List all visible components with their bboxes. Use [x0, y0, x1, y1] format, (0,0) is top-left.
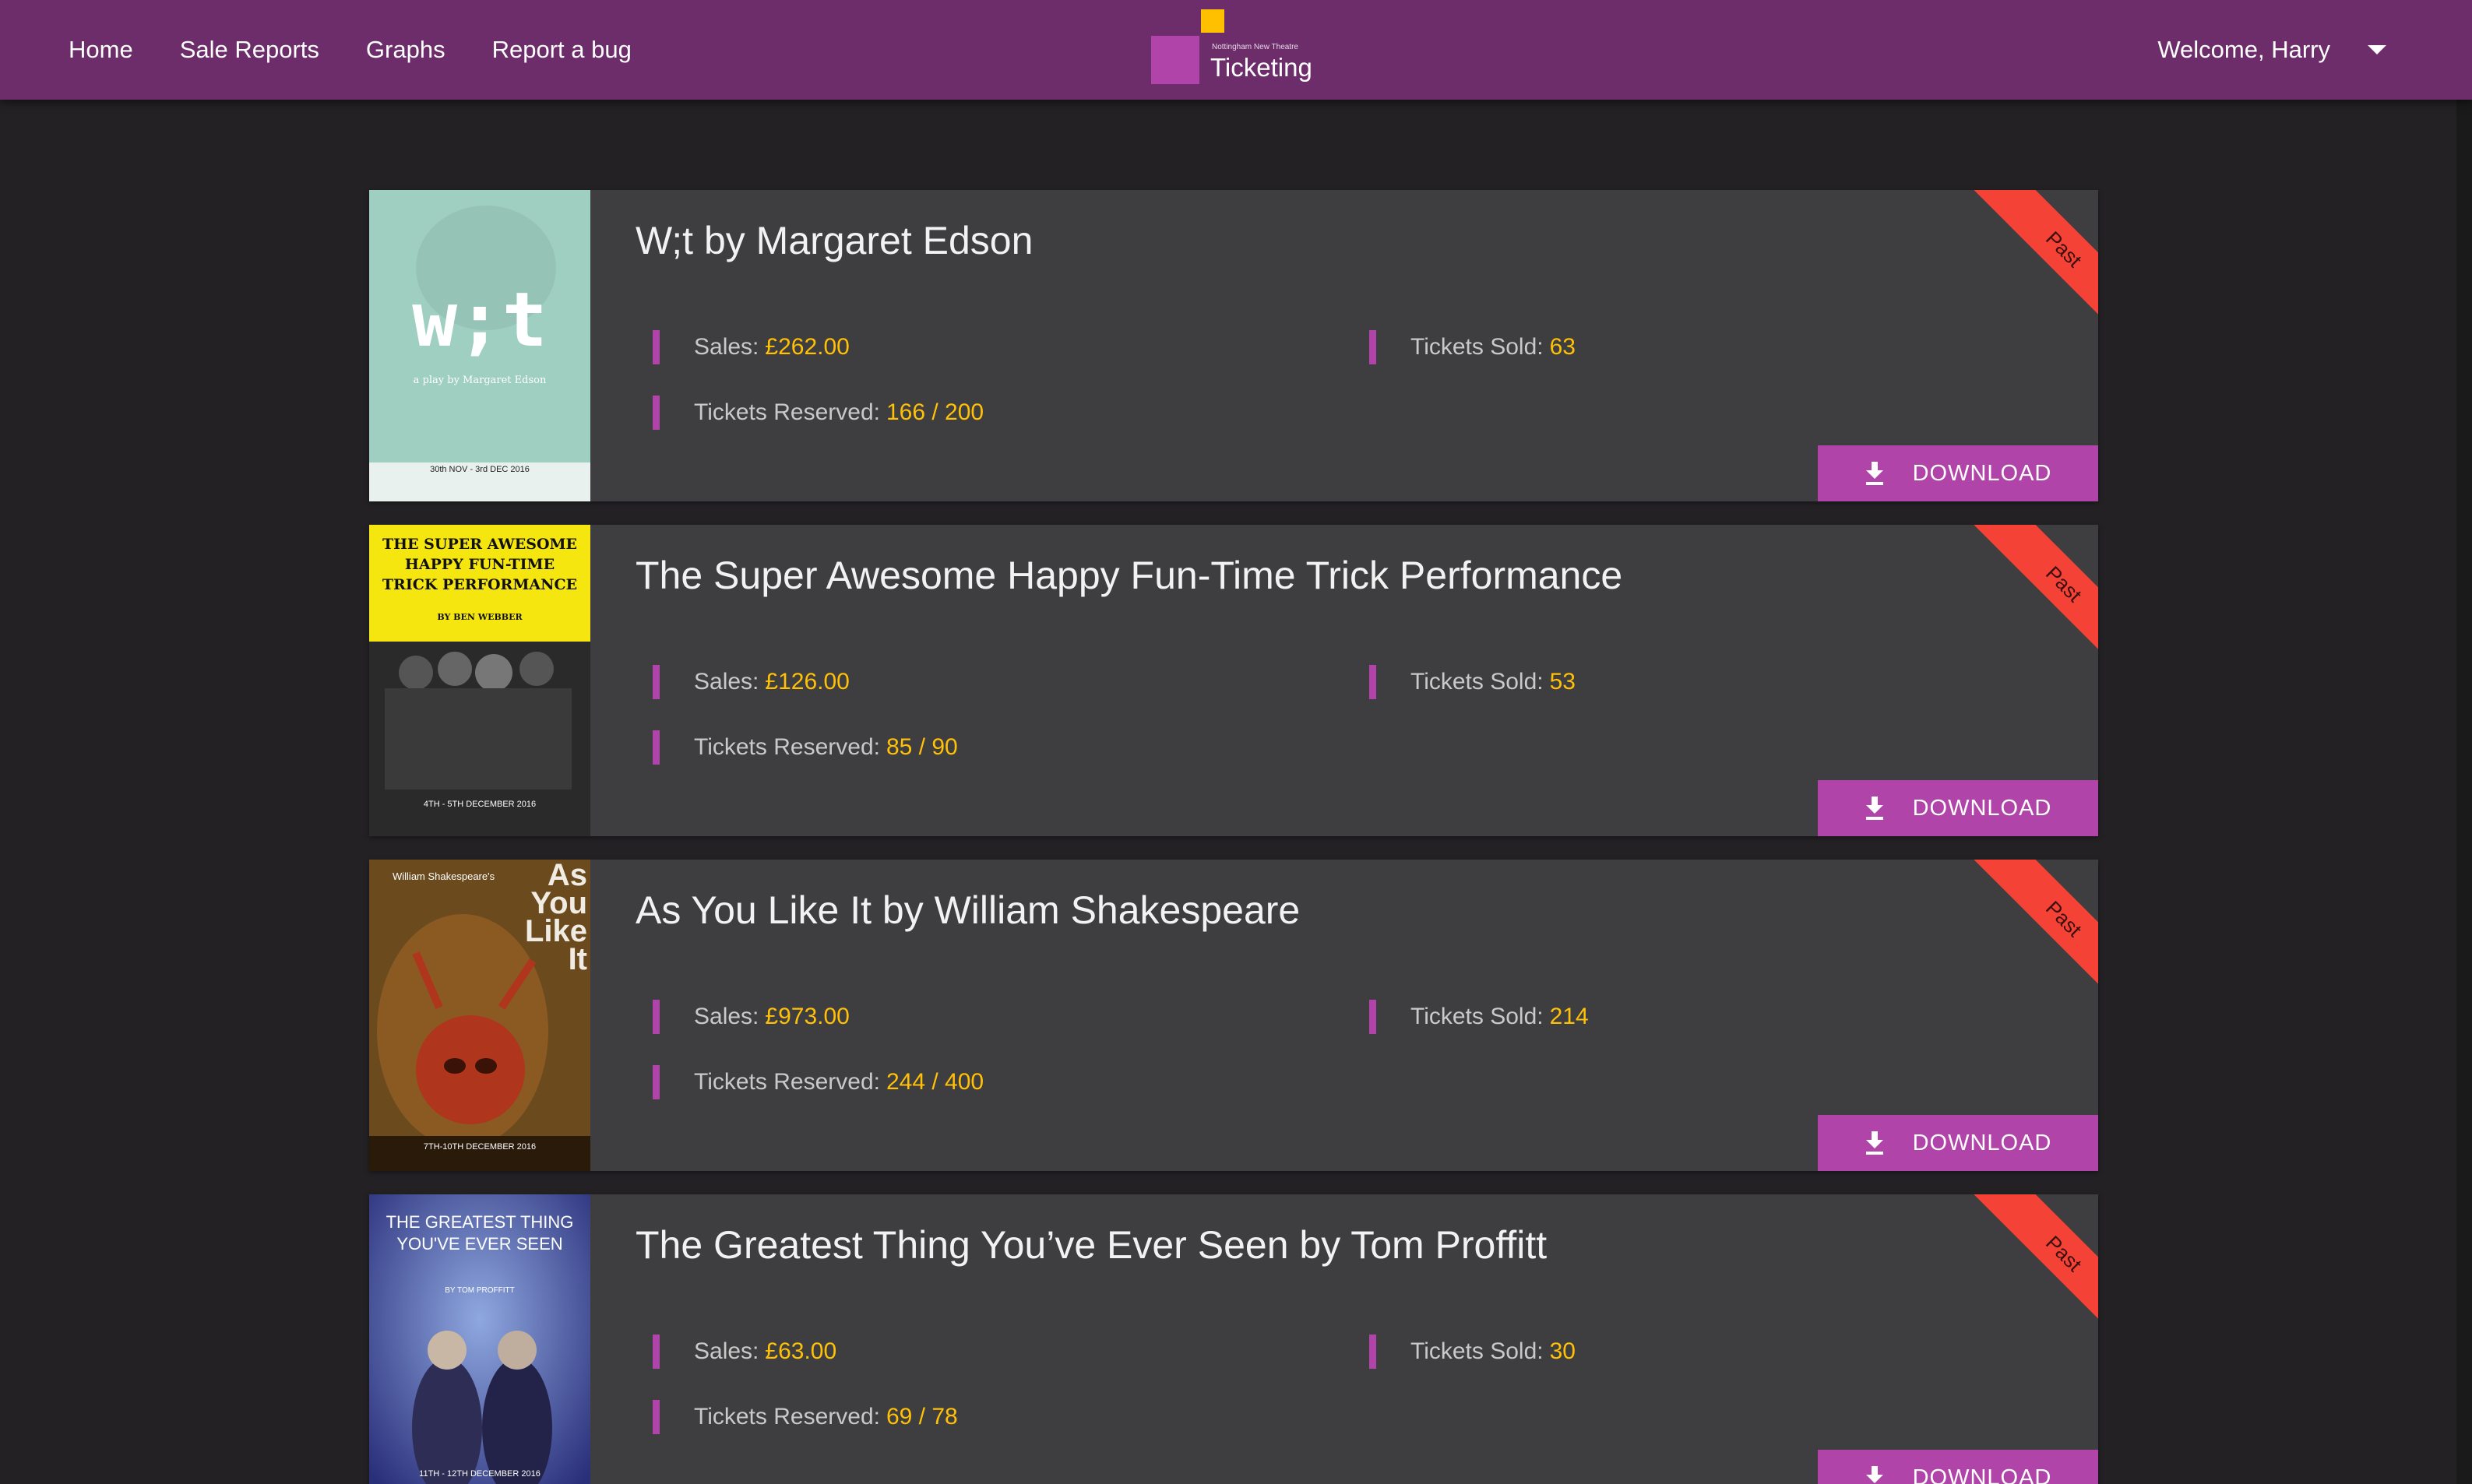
tickets-reserved-stat: Tickets Reserved: 166 / 200 — [653, 396, 984, 430]
status-ribbon: Past — [1966, 1194, 2098, 1327]
download-icon — [1865, 462, 1883, 485]
download-icon — [1865, 797, 1883, 820]
show-title: The Greatest Thing You’ve Ever Seen by T… — [636, 1223, 1548, 1267]
show-card: THE GREATEST THING YOU'VE EVER SEEN BY T… — [369, 1194, 2098, 1484]
ticketing-logo[interactable]: Nottingham New Theatre Ticketing — [1151, 8, 1322, 86]
tickets-reserved-value: 166 / 200 — [886, 399, 984, 425]
tickets-reserved-stat: Tickets Reserved: 244 / 400 — [653, 1065, 984, 1099]
show-title: The Super Awesome Happy Fun-Time Trick P… — [636, 554, 1623, 597]
show-poster: w;t a play by Margaret Edson 30th NOV - … — [369, 190, 590, 501]
tickets-sold-stat: Tickets Sold: 30 — [1369, 1335, 1576, 1369]
status-badge: Past — [2041, 1230, 2087, 1276]
nav-report-bug-link[interactable]: Report a bug — [492, 36, 632, 64]
user-menu[interactable]: Welcome, Harry — [2157, 0, 2386, 100]
poster-footer: 30th NOV - 3rd DEC 2016 — [430, 465, 530, 474]
poster-footer: 7TH-10TH DECEMBER 2016 — [424, 1142, 536, 1152]
tickets-reserved-value: 85 / 90 — [886, 734, 958, 760]
download-icon — [1865, 1131, 1883, 1155]
tickets-sold-value: 30 — [1549, 1338, 1576, 1364]
tickets-sold-stat: Tickets Sold: 214 — [1369, 1000, 1589, 1034]
tickets-sold-value: 214 — [1549, 1004, 1589, 1029]
tickets-sold-stat: Tickets Sold: 63 — [1369, 330, 1576, 364]
logo-square-large — [1151, 36, 1199, 84]
sales-value: £63.00 — [765, 1338, 837, 1364]
status-ribbon: Past — [1966, 860, 2098, 992]
show-card: THE SUPER AWESOME HAPPY FUN-TIME TRICK P… — [369, 525, 2098, 836]
poster-subline: William Shakespeare's — [393, 870, 495, 882]
show-title: As You Like It by William Shakespeare — [636, 888, 1301, 932]
status-ribbon: Past — [1966, 190, 2098, 322]
status-badge: Past — [2041, 226, 2087, 272]
poster-image: William Shakespeare's As You Like It 7TH… — [369, 860, 590, 1171]
nav-sale-reports-link[interactable]: Sale Reports — [180, 36, 319, 64]
show-card: William Shakespeare's As You Like It 7TH… — [369, 860, 2098, 1171]
nav-graphs-link[interactable]: Graphs — [366, 36, 445, 64]
poster-headline: As You Like It — [524, 861, 587, 976]
poster-headline: THE GREATEST THING YOU'VE EVER SEEN — [386, 1212, 574, 1254]
poster-subline: BY TOM PROFFITT — [445, 1286, 514, 1295]
nav-links: Home Sale Reports Graphs Report a bug — [69, 0, 632, 100]
download-button[interactable]: DOWNLOAD — [1818, 445, 2098, 501]
status-ribbon: Past — [1966, 525, 2098, 657]
poster-headline: THE SUPER AWESOME HAPPY FUN-TIME TRICK P… — [382, 536, 578, 593]
top-navbar: Home Sale Reports Graphs Report a bug No… — [0, 0, 2472, 100]
logo-subtitle: Nottingham New Theatre — [1212, 43, 1298, 51]
page-scrollbar[interactable] — [2456, 100, 2472, 1484]
status-badge: Past — [2041, 561, 2087, 607]
tickets-sold-stat: Tickets Sold: 53 — [1369, 665, 1576, 699]
sales-stat: Sales: £262.00 — [653, 330, 850, 364]
logo-square-small — [1201, 9, 1224, 33]
tickets-reserved-stat: Tickets Reserved: 69 / 78 — [653, 1400, 958, 1434]
sales-stat: Sales: £63.00 — [653, 1335, 836, 1369]
sales-stat: Sales: £126.00 — [653, 665, 850, 699]
sales-stat: Sales: £973.00 — [653, 1000, 850, 1034]
sales-value: £126.00 — [765, 669, 850, 695]
poster-footer: 11TH - 12TH DECEMBER 2016 — [419, 1469, 541, 1479]
show-list: w;t a play by Margaret Edson 30th NOV - … — [369, 190, 2098, 1484]
download-button[interactable]: DOWNLOAD — [1818, 780, 2098, 836]
poster-image: THE SUPER AWESOME HAPPY FUN-TIME TRICK P… — [369, 525, 590, 836]
tickets-reserved-value: 244 / 400 — [886, 1069, 984, 1095]
show-poster: William Shakespeare's As You Like It 7TH… — [369, 860, 590, 1171]
poster-subline: BY BEN WEBBER — [437, 612, 523, 622]
show-card: w;t a play by Margaret Edson 30th NOV - … — [369, 190, 2098, 501]
tickets-reserved-value: 69 / 78 — [886, 1404, 958, 1429]
welcome-text: Welcome, Harry — [2157, 36, 2330, 63]
sales-value: £262.00 — [765, 334, 850, 360]
download-icon — [1865, 1466, 1883, 1483]
poster-footer: 4TH - 5TH DECEMBER 2016 — [424, 800, 536, 809]
tickets-sold-value: 63 — [1549, 334, 1576, 360]
nav-home-link[interactable]: Home — [69, 36, 133, 64]
logo-name: Ticketing — [1210, 53, 1312, 82]
download-button[interactable]: DOWNLOAD — [1818, 1450, 2098, 1484]
poster-headline: w;t — [412, 276, 547, 364]
tickets-sold-value: 53 — [1549, 669, 1576, 695]
poster-image: THE GREATEST THING YOU'VE EVER SEEN BY T… — [369, 1194, 590, 1484]
sales-value: £973.00 — [765, 1004, 850, 1029]
poster-subline: a play by Margaret Edson — [414, 375, 547, 386]
tickets-reserved-stat: Tickets Reserved: 85 / 90 — [653, 730, 958, 765]
poster-image: w;t a play by Margaret Edson 30th NOV - … — [369, 190, 590, 501]
show-title: W;t by Margaret Edson — [636, 219, 1034, 262]
status-badge: Past — [2041, 895, 2087, 941]
download-button[interactable]: DOWNLOAD — [1818, 1115, 2098, 1171]
show-poster: THE GREATEST THING YOU'VE EVER SEEN BY T… — [369, 1194, 590, 1484]
show-poster: THE SUPER AWESOME HAPPY FUN-TIME TRICK P… — [369, 525, 590, 836]
chevron-down-icon[interactable] — [2368, 45, 2386, 55]
